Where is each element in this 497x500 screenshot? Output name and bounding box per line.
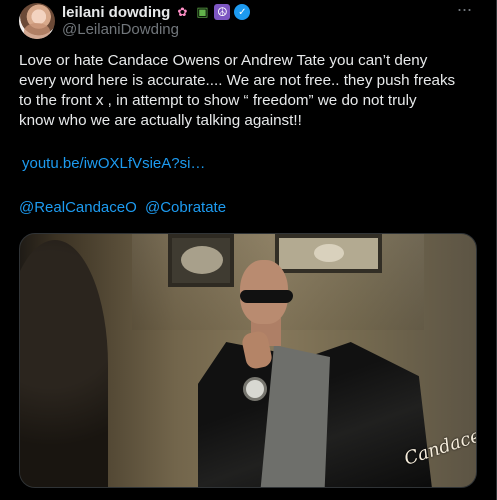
author-name-row: leilani dowding ✿ ▣ ☮ ✓ <box>62 3 251 21</box>
mention-cobratate[interactable]: @Cobratate <box>145 199 226 216</box>
mention-realcandaceo[interactable]: @RealCandaceO <box>19 199 137 216</box>
more-options-icon[interactable]: ··· <box>454 0 474 21</box>
video-thumbnail[interactable]: Candace <box>19 233 477 488</box>
youtube-link[interactable]: youtu.be/iwOXLfVsieA?si… <box>22 155 205 172</box>
tweet-text-line: Love or hate Candace Owens or Andrew Tat… <box>19 52 428 69</box>
tweet-text-line: to the front x , in attempt to show “ fr… <box>19 92 417 109</box>
tweet-text-line: know who we are actually talking against… <box>19 112 302 129</box>
author-avatar[interactable] <box>19 3 55 39</box>
peace-icon: ☮ <box>214 4 231 20</box>
tractor-icon: ▣ <box>196 4 209 19</box>
verified-icon: ✓ <box>234 4 251 20</box>
tweet-text: Love or hate Candace Owens or Andrew Tat… <box>19 51 481 131</box>
sunglasses <box>240 290 293 303</box>
tweet-card: leilani dowding ✿ ▣ ☮ ✓ @LeilaniDowding … <box>0 0 497 500</box>
author-handle[interactable]: @LeilaniDowding <box>62 21 179 38</box>
author-display-name[interactable]: leilani dowding <box>62 4 170 21</box>
wristwatch <box>243 377 267 401</box>
tweet-text-line: every word here is accurate.... We are n… <box>19 72 456 89</box>
sakura-icon: ✿ <box>177 5 188 19</box>
mentions: @RealCandaceO @Cobratate <box>19 199 230 216</box>
